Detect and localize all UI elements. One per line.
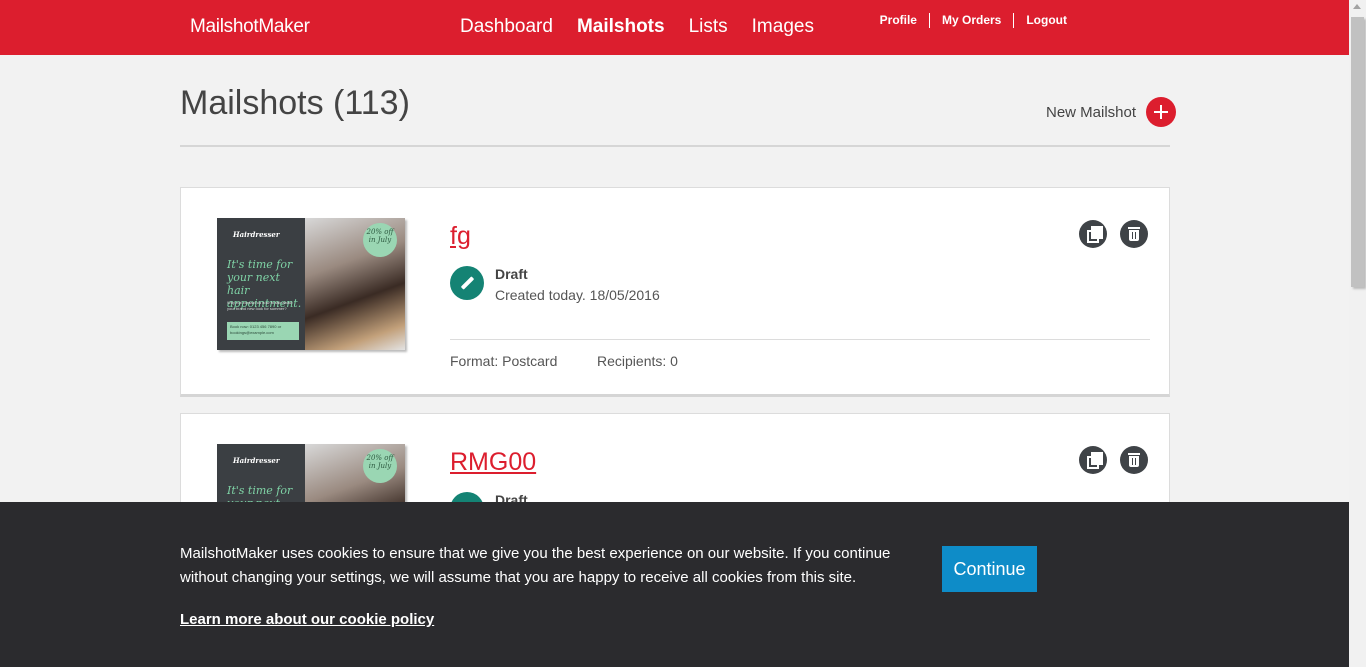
nav-mailshots[interactable]: Mailshots	[577, 16, 665, 38]
thumbnail-heading: Hairdresser	[233, 456, 280, 465]
thumbnail-contact-box: Book now: 0123 456 7890 or bookings@exam…	[227, 322, 299, 340]
page-title: Mailshots (113)	[180, 84, 410, 122]
mailshot-title-link[interactable]: RMG00	[450, 448, 536, 477]
thumbnail-small-text: Why not contact us now to talk about you…	[227, 300, 293, 311]
recipients-info: Recipients: 0	[597, 353, 678, 369]
mailshot-card: Hairdresser It's time for your next hair…	[180, 187, 1170, 397]
scrollbar-thumb[interactable]	[1351, 17, 1364, 287]
trash-icon[interactable]	[1120, 446, 1148, 474]
page-scrollbar[interactable]	[1349, 0, 1366, 667]
scroll-up-arrow-icon[interactable]	[1353, 4, 1361, 9]
plus-icon[interactable]	[1146, 97, 1177, 127]
continue-button[interactable]: Continue	[942, 546, 1037, 592]
status-label: Draft	[495, 266, 528, 282]
format-info: Format: Postcard	[450, 353, 558, 369]
nav-lists[interactable]: Lists	[689, 16, 728, 38]
created-date: Created today. 18/05/2016	[495, 287, 660, 303]
cookie-banner: MailshotMaker uses cookies to ensure tha…	[0, 502, 1349, 667]
mailshot-thumbnail[interactable]: Hairdresser It's time for your next hair…	[217, 218, 405, 350]
copy-icon[interactable]	[1079, 220, 1107, 248]
nav-dashboard[interactable]: Dashboard	[460, 16, 553, 38]
mailshot-title-link[interactable]: fg	[450, 222, 471, 251]
thumbnail-discount-badge: 20% off in July	[363, 223, 397, 257]
trash-icon[interactable]	[1120, 220, 1148, 248]
nav-images[interactable]: Images	[752, 16, 814, 38]
thumbnail-discount-badge: 20% off in July	[363, 449, 397, 483]
new-mailshot-button[interactable]: New Mailshot	[1046, 97, 1177, 127]
copy-icon[interactable]	[1079, 446, 1107, 474]
logout-link[interactable]: Logout	[1013, 13, 1067, 28]
cookie-policy-link[interactable]: Learn more about our cookie policy	[180, 611, 434, 628]
top-navigation-bar: MailshotMaker Dashboard Mailshots Lists …	[0, 0, 1349, 55]
draft-pencil-icon	[450, 266, 484, 300]
cookie-message: MailshotMaker uses cookies to ensure tha…	[180, 545, 891, 586]
thumbnail-heading: Hairdresser	[233, 230, 280, 239]
card-divider	[450, 339, 1150, 340]
my-orders-link[interactable]: My Orders	[928, 13, 1013, 28]
title-divider	[180, 145, 1170, 147]
new-mailshot-label[interactable]: New Mailshot	[1046, 104, 1136, 121]
main-nav: Dashboard Mailshots Lists Images	[460, 16, 838, 38]
user-nav: Profile My Orders Logout	[868, 13, 1067, 28]
profile-link[interactable]: Profile	[868, 13, 929, 28]
brand-logo[interactable]: MailshotMaker	[190, 16, 310, 38]
